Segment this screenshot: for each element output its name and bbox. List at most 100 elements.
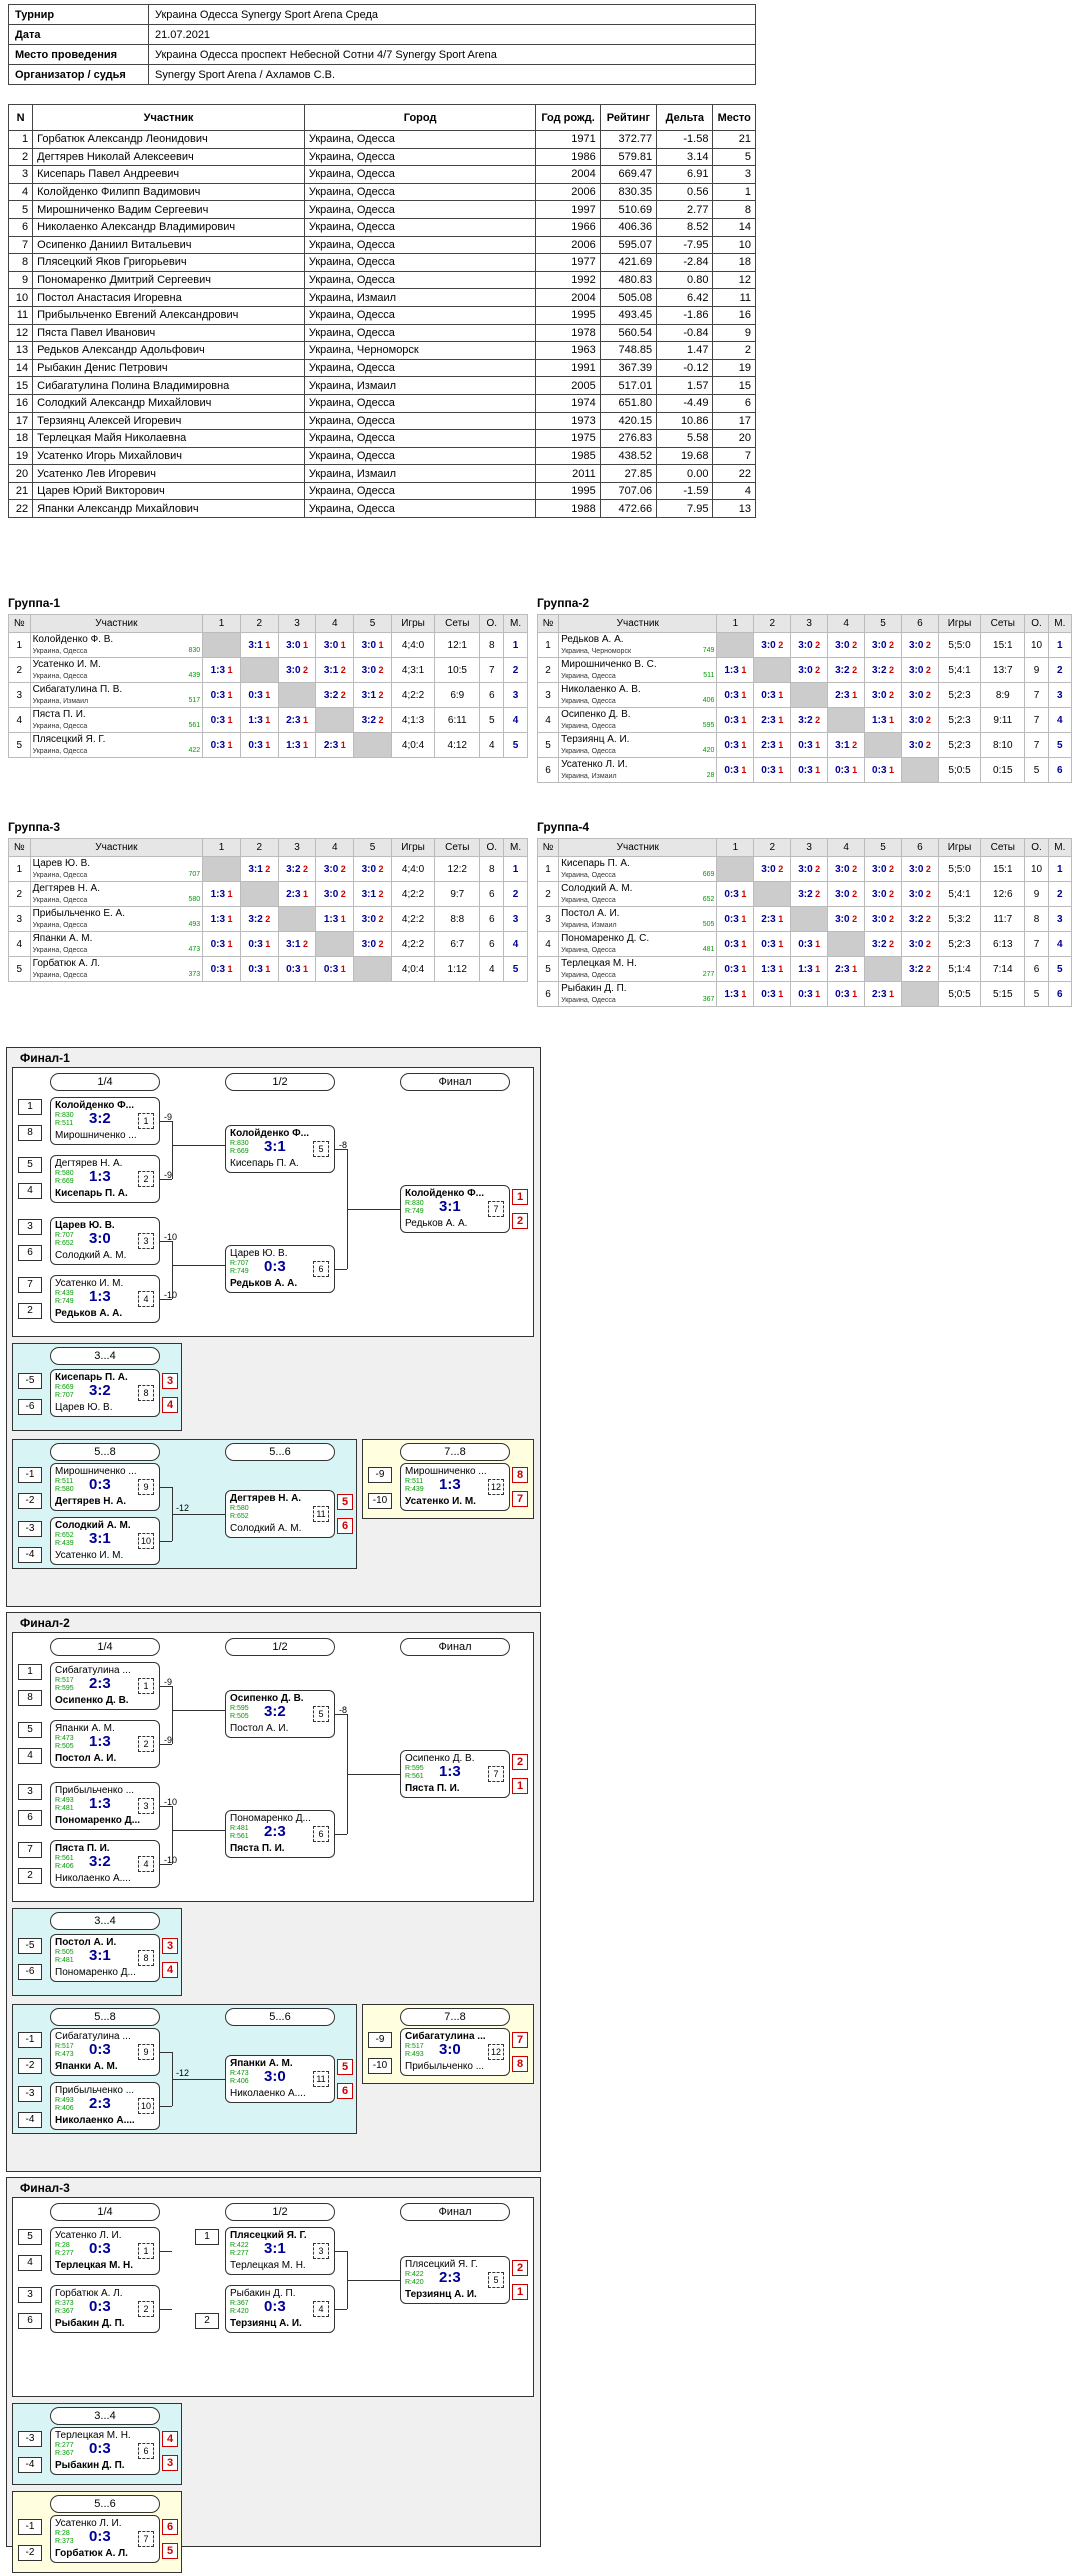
match-result[interactable]: 0:3 1 [827,757,866,783]
match-result[interactable]: 3:2 2 [864,931,902,957]
match-result[interactable]: 2:3 1 [277,707,317,733]
player-row[interactable]: 12 Пяста Павел Иванович Украина, Одесса 197… [7,323,756,343]
group-row[interactable]: 3 Прибыльченко Е. А. Украина, Одесса 493 1:3… [8,906,528,932]
match-result[interactable]: 3:0 2 [353,931,392,957]
match-result[interactable]: 3:0 2 [277,657,317,683]
match-result[interactable]: 3:0 2 [901,931,939,957]
match-result[interactable]: 3:0 2 [790,856,829,882]
match-result[interactable]: 1:3 1 [753,956,792,982]
group-row[interactable]: 5 Плясецкий Я. Г. Украина, Одесса 422 0:3 10… [8,732,528,758]
match-result[interactable]: 1:3 1 [202,906,241,932]
player-row[interactable]: 2 Дегтярев Николай Алексеевич Украина, Оде… [7,147,756,167]
group-row[interactable]: 6 Рыбакин Д. П. Украина, Одесса 367 1:3 1 0:3… [536,981,1073,1007]
match-result[interactable]: 3:0 1 [277,632,317,658]
match-result[interactable]: 0:3 1 [790,981,829,1007]
match-result[interactable]: 0:3 1 [753,757,792,783]
match-result[interactable]: 3:2 2 [864,657,902,683]
match-result[interactable]: 3:0 2 [353,856,392,882]
group-row[interactable]: 1 Колойденко Ф. В. Украина, Одесса 830 3:1 1… [8,632,528,658]
player-row[interactable]: 13 Редьков Александр Адольфович Украина, Ч… [7,341,756,360]
match-result[interactable]: 3:0 2 [901,632,939,658]
player-row[interactable]: 18 Терлецкая Майя Николаевна Украина, Одес… [7,429,756,448]
match-result[interactable]: 0:3 1 [753,682,792,708]
match-result[interactable]: 1:3 1 [315,906,355,932]
match-result[interactable]: 1:3 1 [716,657,755,683]
match-result[interactable]: 1:3 1 [202,881,241,907]
player-row[interactable]: 8 Плясецкий Яков Григорьевич Украина, Одес… [7,253,756,272]
match-result[interactable]: 3:1 2 [827,732,866,758]
match-result[interactable]: 0:3 1 [790,732,829,758]
match-result[interactable]: 0:3 1 [716,757,755,783]
player-row[interactable]: 5 Мирошниченко Вадим Сергеевич Украина, Од… [7,200,756,219]
match-result[interactable]: 3:1 2 [277,931,317,957]
match-result[interactable]: 0:3 1 [716,931,755,957]
match-result[interactable]: 1:3 1 [716,981,755,1007]
group-row[interactable]: 1 Редьков А. А. Украина, Черноморск 749 3:0 … [536,632,1073,658]
match-result[interactable]: 2:3 1 [753,707,792,733]
match-result[interactable]: 3:0 2 [315,881,355,907]
group-row[interactable]: 4 Осипенко Д. В. Украина, Одесса 595 0:3 1 2:… [536,707,1073,733]
player-row[interactable]: 17 Терзиянц Алексей Игоревич Украина, Одес… [7,411,756,431]
match-result[interactable]: 3:0 2 [790,657,829,683]
group-row[interactable]: 3 Постол А. И. Украина, Измаил 505 0:3 1 2:3 … [536,906,1073,932]
player-row[interactable]: 15 Сибагатулина Полина Владимировна Украин… [7,376,756,395]
match-result[interactable]: 3:2 2 [277,856,317,882]
group-row[interactable]: 2 Дегтярев Н. А. Украина, Одесса 580 1:3 1 2:… [8,881,528,907]
match-result[interactable]: 0:3 1 [239,682,279,708]
player-row[interactable]: 11 Прибыльченко Евгений Александрович Укра… [7,305,756,325]
match-result[interactable]: 3:0 1 [315,632,355,658]
player-row[interactable]: 19 Усатенко Игорь Михайлович Украина, Одес… [7,446,756,466]
match-result[interactable]: 3:0 2 [827,906,866,932]
match-result[interactable]: 0:3 1 [716,682,755,708]
group-row[interactable]: 4 Япанки А. М. Украина, Одесса 473 0:3 1 0:3 … [8,931,528,957]
match-result[interactable]: 0:3 1 [790,931,829,957]
match-result[interactable]: 3:0 2 [864,906,902,932]
match-result[interactable]: 3:1 2 [239,856,279,882]
match-result[interactable]: 3:0 2 [827,632,866,658]
group-row[interactable]: 1 Царев Ю. В. Украина, Одесса 707 3:1 2 3:2 2… [8,856,528,882]
match-result[interactable]: 2:3 1 [864,981,902,1007]
player-row[interactable]: 16 Солодкий Александр Михайлович Украина, … [7,393,756,413]
player-row[interactable]: 3 Кисепарь Павел Андреевич Украина, Одесса… [7,165,756,184]
group-row[interactable]: 2 Усатенко И. М. Украина, Одесса 439 1:3 1 3:… [8,657,528,683]
match-result[interactable]: 3:0 2 [827,881,866,907]
match-result[interactable]: 3:0 2 [901,881,939,907]
match-result[interactable]: 3:1 1 [239,632,279,658]
match-result[interactable]: 3:2 2 [315,682,355,708]
player-row[interactable]: 9 Пономаренко Дмитрий Сергеевич Украина, О… [7,270,756,290]
group-row[interactable]: 5 Терзиянц А. И. Украина, Одесса 420 0:3 1 2:… [536,732,1073,758]
match-result[interactable]: 3:0 2 [753,632,792,658]
player-row[interactable]: 14 Рыбакин Денис Петрович Украина, Одесса 1… [7,358,756,378]
match-result[interactable]: 3:0 1 [353,632,392,658]
match-result[interactable]: 2:3 1 [827,956,866,982]
group-row[interactable]: 1 Кисепарь П. А. Украина, Одесса 669 3:0 2 3:… [536,856,1073,882]
player-row[interactable]: 6 Николаенко Александр Владимирович Украин… [7,217,756,237]
group-row[interactable]: 5 Горбатюк А. Л. Украина, Одесса 373 0:3 1 0:… [8,956,528,982]
match-result[interactable]: 2:3 1 [753,732,792,758]
player-row[interactable]: 4 Колойденко Филипп Вадимович Украина, Оде… [7,182,756,202]
match-result[interactable]: 0:3 1 [202,682,241,708]
match-result[interactable]: 3:0 2 [864,632,902,658]
match-result[interactable]: 3:0 2 [901,707,939,733]
match-result[interactable]: 0:3 1 [753,981,792,1007]
player-row[interactable]: 1 Горбатюк Александр Леонидович Украина, О… [7,130,756,149]
match-result[interactable]: 1:3 1 [239,707,279,733]
match-result[interactable]: 0:3 1 [202,956,241,982]
group-row[interactable]: 2 Солодкий А. М. Украина, Одесса 652 0:3 1 3:… [536,881,1073,907]
match-result[interactable]: 3:1 2 [315,657,355,683]
player-row[interactable]: 10 Постол Анастасия Игоревна Украина, Изма… [7,288,756,307]
match-result[interactable]: 0:3 1 [315,956,355,982]
match-result[interactable]: 0:3 1 [716,881,755,907]
match-result[interactable]: 3:2 2 [239,906,279,932]
match-result[interactable]: 0:3 1 [716,956,755,982]
match-result[interactable]: 3:0 2 [353,657,392,683]
match-result[interactable]: 0:3 1 [864,757,902,783]
match-result[interactable]: 2:3 1 [753,906,792,932]
match-result[interactable]: 2:3 1 [827,682,866,708]
match-result[interactable]: 1:3 1 [864,707,902,733]
match-result[interactable]: 0:3 1 [239,931,279,957]
match-result[interactable]: 0:3 1 [790,757,829,783]
match-result[interactable]: 0:3 1 [753,931,792,957]
match-result[interactable]: 0:3 1 [827,981,866,1007]
match-result[interactable]: 3:1 2 [353,881,392,907]
